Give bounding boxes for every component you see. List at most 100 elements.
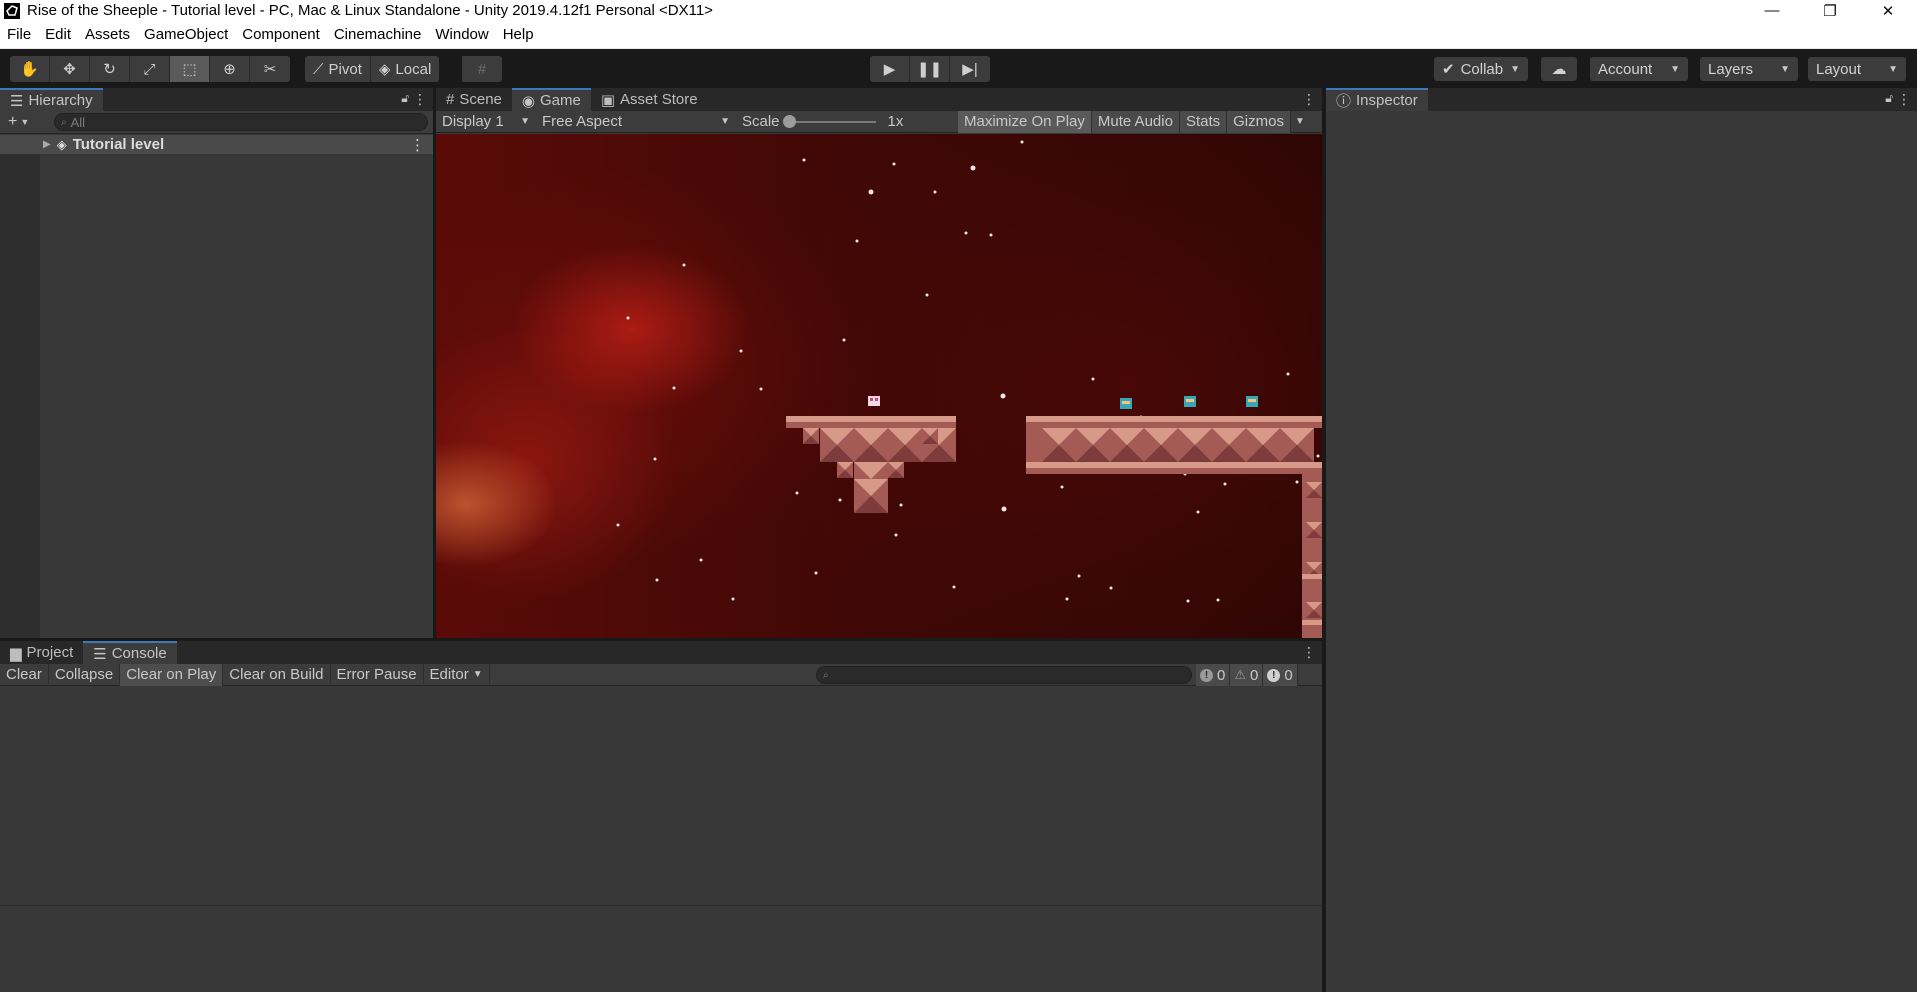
tab-project[interactable]: ▆ Project [0,641,83,664]
grid-snap-icon[interactable]: # [462,56,502,82]
star [842,338,846,342]
pivot-button[interactable]: ⟋ Pivot [305,56,371,82]
tab-scene[interactable]: # Scene [436,88,512,111]
error-pause-button[interactable]: Error Pause [331,663,424,686]
menu-cinemachine[interactable]: Cinemachine [327,21,429,49]
lock-icon[interactable]: 🔓︎ [401,91,409,106]
stats-label: Stats [1185,113,1221,130]
tab-game[interactable]: ◉ Game [511,88,591,111]
scale-value: 1x [887,113,904,130]
kebab-menu-icon[interactable]: ⋮ [410,136,425,154]
star [1109,586,1113,590]
main-toolbar: ✋ ✥ ↻ ⤢ ⬚ ⊕ ✂ ⟋ Pivot ◈ Local # ▶ ❚❚ ▶| … [0,49,1917,88]
platform-top [786,416,956,422]
local-button[interactable]: ◈ Local [370,56,440,82]
stats-button[interactable]: Stats [1179,110,1228,133]
caret-down-icon: ▼ [1510,63,1520,75]
menu-gameobject[interactable]: GameObject [137,21,235,49]
console-counters: ! 0 ⚠ 0 ! 0 [1196,664,1298,686]
move-tool-icon[interactable]: ✥ [50,56,90,82]
restore-icon[interactable]: ❐ [1801,0,1859,21]
caret-down-icon: ▼ [1888,63,1898,75]
game-viewport[interactable] [436,134,1322,638]
maximize-on-play-button[interactable]: Maximize On Play [958,110,1092,133]
warning-count-toggle[interactable]: ⚠ 0 [1230,664,1264,686]
tab-inspector[interactable]: ⓘ Inspector [1326,88,1428,111]
scale-slider[interactable] [782,114,876,128]
collapse-button[interactable]: Collapse [49,663,121,686]
add-icon[interactable]: + [8,113,17,131]
info-icon: ! [1200,668,1213,682]
star [1196,510,1200,514]
menu-edit[interactable]: Edit [38,21,78,49]
hierarchy-search-input[interactable]: ⌕ All [54,113,428,131]
kebab-menu-icon[interactable]: ⋮ [1302,644,1316,661]
custom-tool-icon[interactable]: ✂ [250,56,290,82]
kebab-menu-icon[interactable]: ⋮ [413,91,427,108]
menu-assets[interactable]: Assets [78,21,137,49]
menu-help[interactable]: Help [496,21,541,49]
cloud-button[interactable]: ☁ [1541,57,1577,81]
rotate-tool-icon[interactable]: ↻ [90,56,130,82]
console-search-input[interactable]: ⌕ [816,666,1192,684]
shopping-bag-icon: ▣ [600,91,616,109]
kebab-menu-icon[interactable]: ⋮ [1302,91,1316,108]
local-label: Local [395,60,432,78]
console-detail-divider[interactable] [0,905,1322,906]
collab-dropdown[interactable]: ✔ Collab ▼ [1434,57,1528,81]
kebab-menu-icon[interactable]: ⋮ [1897,91,1911,108]
tab-asset-store[interactable]: ▣ Asset Store [591,88,708,111]
clear-on-play-button[interactable]: Clear on Play [120,663,224,686]
step-icon[interactable]: ▶| [950,56,990,82]
menu-file[interactable]: File [0,21,38,49]
platform-bottom-shade [1026,468,1322,474]
platform-underside [1026,422,1322,428]
clear-button[interactable]: Clear [0,663,49,686]
gizmos-dropdown[interactable]: ▼ [1291,111,1309,133]
sheep-eye [875,398,878,401]
window-title: Rise of the Sheeple - Tutorial level - P… [27,2,713,19]
minimize-icon[interactable]: — [1743,0,1801,21]
scale-slider-knob[interactable] [782,114,796,128]
clear-on-build-button[interactable]: Clear on Build [223,663,331,686]
tab-console-label: Console [111,645,167,662]
play-icon[interactable]: ▶ [870,56,910,82]
close-icon[interactable]: ✕ [1859,0,1917,21]
enemy-visor [1122,401,1130,404]
search-icon: ⌕ [823,669,829,681]
menu-window[interactable]: Window [428,21,495,49]
tab-hierarchy[interactable]: ☰ Hierarchy [0,88,103,111]
collapse-label: Collapse [54,666,114,683]
layout-dropdown[interactable]: Layout ▼ [1808,57,1906,81]
star [868,189,874,195]
star [739,349,743,353]
transform-tool-icon[interactable]: ⊕ [210,56,250,82]
caret-down-icon[interactable]: ▼ [20,117,29,127]
info-count-toggle[interactable]: ! 0 [1196,664,1231,686]
hierarchy-icon: ☰ [10,92,24,110]
mute-audio-button[interactable]: Mute Audio [1091,110,1180,133]
gizmos-button[interactable]: Gizmos [1227,110,1291,133]
hierarchy-scene-row[interactable]: ▶ ◈ Tutorial level ⋮ [0,135,433,154]
error-count-toggle[interactable]: ! 0 [1263,664,1298,686]
star [682,263,686,267]
pause-icon[interactable]: ❚❚ [910,56,950,82]
grid-icon: # [446,91,455,108]
layers-dropdown[interactable]: Layers ▼ [1700,57,1798,81]
account-dropdown[interactable]: Account ▼ [1590,57,1688,81]
editor-dropdown[interactable]: Editor ▼ [424,663,490,686]
lock-icon[interactable]: 🔓︎ [1885,91,1893,106]
menu-component[interactable]: Component [235,21,327,49]
scale-tool-icon[interactable]: ⤢ [130,56,170,82]
tab-console[interactable]: ☰ Console [83,641,177,664]
rect-tool-icon[interactable]: ⬚ [170,56,210,82]
expand-arrow-icon[interactable]: ▶ [43,139,51,150]
aspect-dropdown[interactable]: Free Aspect ▼ [536,111,736,133]
star [626,316,630,320]
star [1316,454,1320,458]
hand-tool-icon[interactable]: ✋ [10,56,50,82]
window-title-bar: Rise of the Sheeple - Tutorial level - P… [0,0,1917,21]
display-dropdown[interactable]: Display 1 ▼ [436,111,536,133]
tab-game-label: Game [539,92,581,109]
star [1295,480,1299,484]
